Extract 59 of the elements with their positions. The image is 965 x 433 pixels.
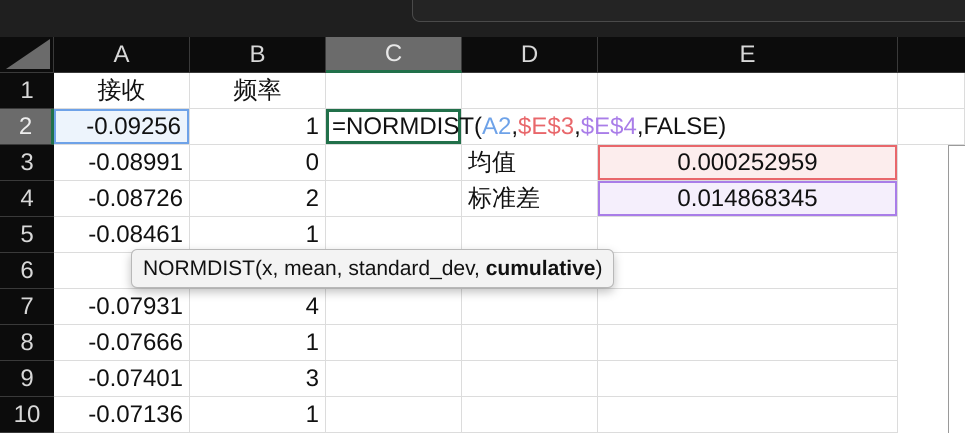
empty-cell[interactable] bbox=[326, 325, 462, 361]
empty-cell[interactable] bbox=[598, 397, 898, 433]
empty-cell[interactable] bbox=[462, 397, 598, 433]
row-header[interactable]: 9 bbox=[0, 361, 54, 397]
column-header[interactable]: D bbox=[462, 37, 598, 73]
empty-cell[interactable] bbox=[326, 361, 462, 397]
column-header[interactable]: A bbox=[54, 37, 190, 73]
table-cell-text: 1 bbox=[304, 400, 320, 430]
table-cell: 0.000252959 bbox=[598, 145, 897, 180]
empty-cell[interactable] bbox=[462, 289, 598, 325]
empty-cell[interactable] bbox=[598, 289, 898, 325]
empty-cell[interactable] bbox=[462, 361, 598, 397]
table-cell-text: -0.08991 bbox=[87, 148, 184, 178]
empty-cell[interactable] bbox=[326, 397, 462, 433]
table-cell-text: 4 bbox=[304, 292, 320, 322]
table-cell-text: 1 bbox=[304, 112, 320, 142]
table-cell-text: -0.07666 bbox=[87, 328, 184, 358]
table-cell-text: 3 bbox=[304, 364, 320, 394]
table-cell-text: 2 bbox=[304, 184, 320, 214]
select-all-icon[interactable] bbox=[6, 39, 50, 69]
table-cell: 0.014868345 bbox=[598, 181, 897, 216]
row-header[interactable]: 6 bbox=[0, 253, 54, 289]
empty-cell[interactable] bbox=[598, 73, 898, 109]
column-header[interactable]: B bbox=[190, 37, 326, 73]
table-cell-text: 接收 bbox=[96, 76, 146, 106]
table-cell-text: 均值 bbox=[467, 148, 517, 178]
column-header[interactable]: C bbox=[326, 37, 462, 73]
row-header[interactable]: 1 bbox=[0, 73, 54, 109]
row-header[interactable]: 8 bbox=[0, 325, 54, 361]
table-cell-text: 1 bbox=[304, 220, 320, 250]
tooltip: NORMDIST(x, mean, standard_dev, cumulative) bbox=[131, 249, 614, 288]
empty-cell[interactable] bbox=[326, 289, 462, 325]
row-header[interactable]: 4 bbox=[0, 181, 54, 217]
row-header[interactable]: 5 bbox=[0, 217, 54, 253]
table-cell-text: 1 bbox=[304, 328, 320, 358]
empty-cell[interactable] bbox=[598, 361, 898, 397]
row-header[interactable]: 10 bbox=[0, 397, 54, 433]
column-header[interactable] bbox=[898, 37, 965, 73]
empty-cell[interactable] bbox=[598, 325, 898, 361]
row-header[interactable]: 3 bbox=[0, 145, 54, 181]
table-cell-text: 0 bbox=[304, 148, 320, 178]
empty-cell[interactable] bbox=[462, 73, 598, 109]
table-cell-text: -0.07931 bbox=[87, 292, 184, 322]
column-header[interactable]: E bbox=[598, 37, 898, 73]
empty-cell[interactable] bbox=[326, 145, 462, 181]
empty-cell[interactable] bbox=[326, 73, 462, 109]
empty-cell[interactable] bbox=[898, 73, 965, 109]
table-cell-text: -0.08461 bbox=[87, 220, 184, 250]
empty-cell[interactable] bbox=[462, 325, 598, 361]
table-cell-text: 频率 bbox=[232, 76, 282, 106]
empty-cell[interactable] bbox=[326, 181, 462, 217]
row-header[interactable]: 2 bbox=[0, 109, 54, 145]
table-cell-text: -0.07401 bbox=[87, 364, 184, 394]
table-cell-text: -0.08726 bbox=[87, 184, 184, 214]
table-cell-text: -0.07136 bbox=[87, 400, 184, 430]
input-field[interactable] bbox=[412, 0, 965, 22]
row-header[interactable]: 7 bbox=[0, 289, 54, 325]
table-cell: -0.09256 bbox=[54, 109, 189, 144]
table-cell-text: 标准差 bbox=[467, 184, 541, 214]
